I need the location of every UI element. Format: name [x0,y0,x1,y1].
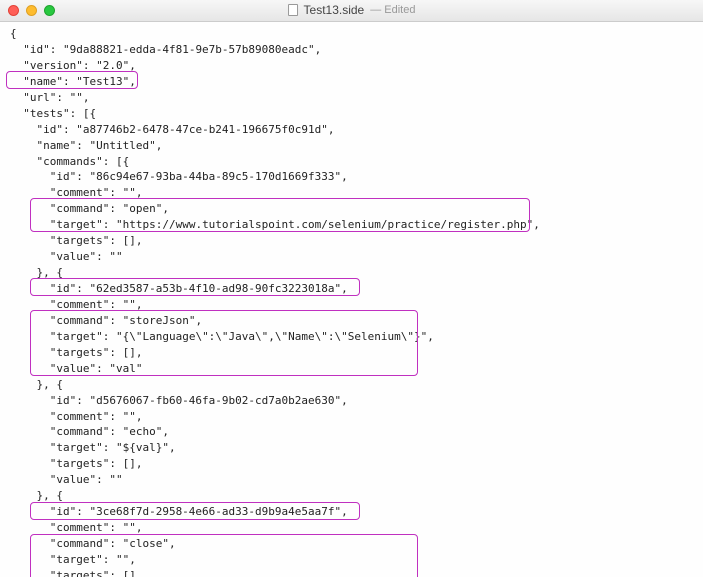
json-line: "comment": "", [10,186,142,199]
json-line: "url": "", [10,91,89,104]
title-center: Test13.side — Edited [288,2,416,19]
json-line: "name": "Untitled", [10,139,162,152]
json-line: "value": "val" [10,362,142,375]
json-line: "value": "" [10,473,123,486]
json-line: "target": "{\"Language\":\"Java\",\"Name… [10,330,434,343]
json-line: "id": "3ce68f7d-2958-4e66-ad33-d9b9a4e5a… [10,505,348,518]
json-line: }, { [10,489,63,502]
json-line: "comment": "", [10,410,142,423]
edited-indicator: — Edited [370,3,415,19]
document-icon [288,4,298,16]
json-line: "target": "${val}", [10,441,176,454]
json-line: "command": "open", [10,202,169,215]
json-line: "targets": [], [10,234,142,247]
json-line: }, { [10,266,63,279]
json-line: "target": "", [10,553,136,566]
json-line: "id": "86c94e67-93ba-44ba-89c5-170d1669f… [10,170,348,183]
json-line: "target": "https://www.tutorialspoint.co… [10,218,540,231]
window-filename: Test13.side [304,2,365,19]
json-line: "targets": [], [10,569,142,577]
json-line: "id": "d5676067-fb60-46fa-9b02-cd7a0b2ae… [10,394,348,407]
json-line: "command": "echo", [10,425,169,438]
text-editor-area[interactable]: { "id": "9da88821-edda-4f81-9e7b-57b8908… [0,22,703,577]
json-line: "version": "2.0", [10,59,136,72]
json-line: "value": "" [10,250,123,263]
close-window-button[interactable] [8,5,19,16]
minimize-window-button[interactable] [26,5,37,16]
json-line: "id": "9da88821-edda-4f81-9e7b-57b89080e… [10,43,321,56]
window-controls [8,5,55,16]
json-line: "targets": [], [10,457,142,470]
json-line: "commands": [{ [10,155,129,168]
json-line: "comment": "", [10,298,142,311]
json-line: "targets": [], [10,346,142,359]
json-line: "command": "storeJson", [10,314,202,327]
json-line: "command": "close", [10,537,176,550]
json-line: }, { [10,378,63,391]
json-line: "id": "a87746b2-6478-47ce-b241-196675f0c… [10,123,335,136]
json-line: "comment": "", [10,521,142,534]
json-line: "id": "62ed3587-a53b-4f10-ad98-90fc32230… [10,282,348,295]
json-line: { [10,27,17,40]
window-titlebar: Test13.side — Edited [0,0,703,22]
json-line: "name": "Test13", [10,75,136,88]
json-line: "tests": [{ [10,107,96,120]
zoom-window-button[interactable] [44,5,55,16]
